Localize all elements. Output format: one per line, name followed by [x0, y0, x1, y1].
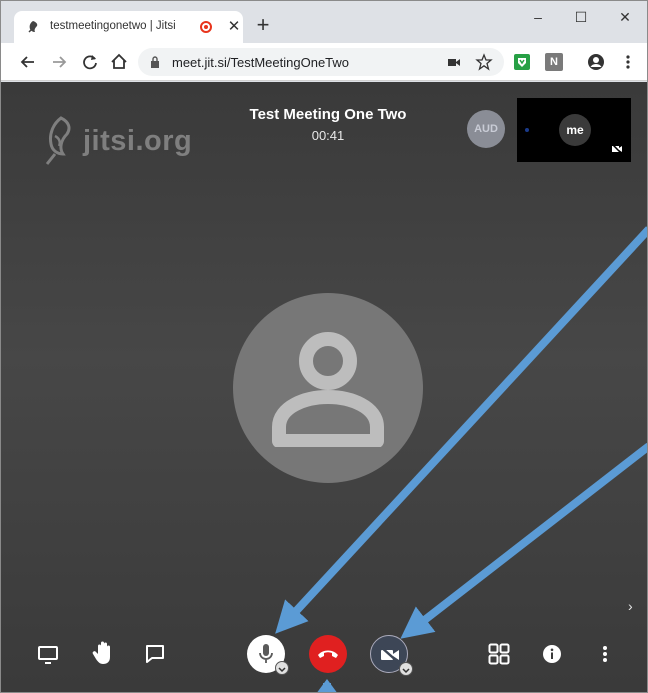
user-placeholder-icon — [272, 332, 384, 447]
meeting-title: Test Meeting One Two — [249, 106, 407, 123]
url-text: meet.jit.si/TestMeetingOneTwo — [172, 55, 350, 70]
star-icon[interactable] — [475, 53, 493, 71]
new-tab-button[interactable]: + — [253, 14, 273, 36]
camera-off-icon — [380, 646, 400, 664]
camera-off-small-icon — [611, 144, 623, 154]
camera-button[interactable] — [370, 635, 413, 676]
logo-text: jitsi.org — [83, 125, 193, 157]
mic-options-caret-icon[interactable] — [275, 661, 289, 675]
remote-participant-avatar[interactable]: AUD — [467, 110, 505, 148]
maximize-button[interactable]: ☐ — [569, 7, 593, 27]
microphone-icon — [259, 644, 273, 663]
tab-close-icon[interactable]: ✕ — [226, 17, 242, 37]
local-video-thumbnail[interactable]: me — [517, 98, 631, 162]
info-icon[interactable] — [542, 644, 562, 664]
camera-permission-icon[interactable] — [445, 53, 463, 71]
jitsi-logo: jitsi.org — [39, 114, 219, 174]
menu-icon[interactable] — [619, 53, 637, 71]
more-options-icon[interactable] — [598, 644, 612, 664]
minimize-button[interactable]: – — [526, 7, 550, 27]
profile-icon[interactable] — [587, 53, 605, 71]
meeting-stage: jitsi.org Test Meeting One Two 00:41 AUD… — [1, 82, 647, 692]
back-icon[interactable] — [17, 51, 39, 73]
jitsi-logo-icon — [45, 116, 71, 165]
participant-avatar-large — [233, 293, 423, 483]
meeting-timer: 00:41 — [311, 128, 345, 143]
local-avatar: me — [559, 114, 591, 146]
connection-indicator — [525, 128, 529, 132]
expand-filmstrip-icon[interactable]: › — [628, 598, 642, 616]
hangup-icon — [318, 650, 338, 658]
raise-hand-icon[interactable] — [92, 640, 116, 666]
tab-strip: testmeetingonetwo | Jitsi Me ✕ + – ☐ ✕ — [1, 1, 647, 43]
lock-icon — [151, 56, 159, 68]
close-window-button[interactable]: ✕ — [613, 7, 637, 27]
recording-icon — [200, 21, 212, 33]
microphone-button[interactable] — [247, 635, 289, 675]
tile-view-icon[interactable] — [488, 643, 510, 665]
browser-toolbar: meet.jit.si/TestMeetingOneTwo N — [1, 43, 647, 81]
extension-shield-icon[interactable] — [513, 53, 531, 71]
camera-options-caret-icon[interactable] — [399, 662, 413, 676]
forward-icon[interactable] — [48, 51, 70, 73]
screenshare-icon[interactable] — [37, 645, 59, 665]
home-icon[interactable] — [108, 51, 130, 73]
browser-window: testmeetingonetwo | Jitsi Me ✕ + – ☐ ✕ — [0, 0, 648, 693]
hangup-button[interactable] — [309, 635, 347, 673]
browser-tab[interactable]: testmeetingonetwo | Jitsi Me ✕ — [14, 11, 243, 43]
tab-title: testmeetingonetwo | Jitsi Me — [50, 20, 178, 32]
reload-icon[interactable] — [79, 51, 101, 73]
extension-n-icon[interactable]: N — [545, 53, 563, 71]
jitsi-favicon-icon — [28, 21, 38, 33]
chat-icon[interactable] — [144, 644, 166, 664]
